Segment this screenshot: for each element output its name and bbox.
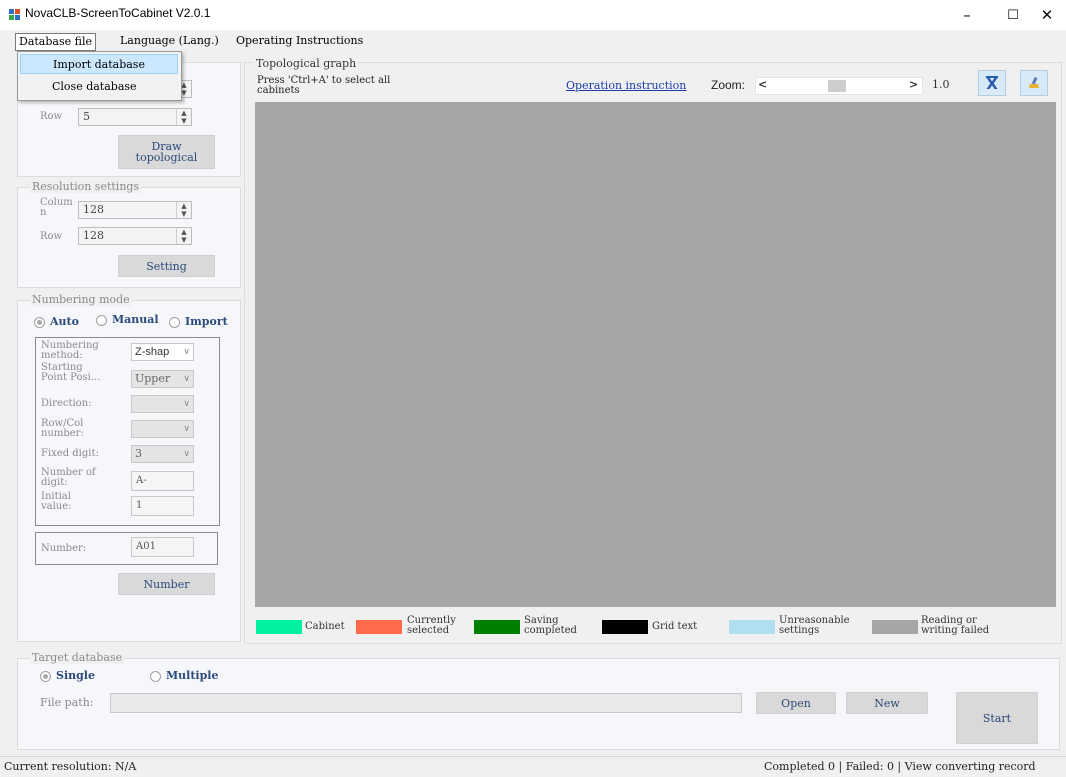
zoom-value: 1.0 xyxy=(932,78,950,91)
legend-swatch-saving-completed xyxy=(474,620,520,634)
zoom-slider[interactable]: < > xyxy=(755,77,923,95)
legend-swatch-unreasonable-settings xyxy=(729,620,775,634)
open-button[interactable]: Open xyxy=(756,692,836,714)
import-label: Import xyxy=(185,315,228,328)
starting-point-label: Starting Point Posi... xyxy=(41,362,101,383)
legend-swatch-cabinet xyxy=(256,620,302,634)
topology-canvas[interactable] xyxy=(255,102,1056,607)
legend-swatch-reading-writing-failed xyxy=(872,620,918,634)
topological-graph-label: Topological graph xyxy=(254,57,359,70)
auto-radio[interactable] xyxy=(34,317,45,328)
direction-label: Direction: xyxy=(41,398,92,409)
initial-value-label: Initial value: xyxy=(41,491,72,512)
numbering-method-select[interactable]: Z-shap ∨ xyxy=(131,343,194,361)
brush-icon[interactable] xyxy=(1020,70,1048,96)
zoom-decrease-arrow[interactable]: < xyxy=(758,78,767,91)
row-col-number-select[interactable]: ∨ xyxy=(131,420,194,438)
row-col-number-label: Row/Col number: xyxy=(41,418,84,439)
title-bar: NovaCLB-ScreenToCabinet V2.0.1 – ☐ ✕ xyxy=(0,0,1066,30)
row-count-value: 5 xyxy=(83,110,90,123)
import-radio[interactable] xyxy=(169,317,180,328)
direction-select[interactable]: ∨ xyxy=(131,395,194,413)
database-dropdown-menu: Import database Close database xyxy=(17,51,182,101)
column-label: Colum n xyxy=(40,197,73,218)
legend-swatch-currently-selected xyxy=(356,620,402,634)
status-bar: Current resolution: N/A Completed 0 | Fa… xyxy=(0,756,1066,777)
legend-label-cabinet: Cabinet xyxy=(305,621,345,632)
numbering-method-label: Numbering method: xyxy=(41,340,99,361)
numbering-mode-label: Numbering mode xyxy=(30,293,132,306)
setting-button[interactable]: Setting xyxy=(118,255,215,277)
draw-topological-button[interactable]: Draw topological xyxy=(118,135,215,169)
operation-instruction-link[interactable]: Operation instruction xyxy=(566,79,686,92)
menu-database-file[interactable]: Database file xyxy=(15,33,96,51)
excel-clear-icon[interactable]: X xyxy=(978,70,1006,96)
zoom-increase-arrow[interactable]: > xyxy=(909,78,918,91)
number-of-digit-input[interactable]: A- xyxy=(131,471,194,491)
window-title: NovaCLB-ScreenToCabinet V2.0.1 xyxy=(25,6,211,20)
legend-label-grid-text: Grid text xyxy=(652,621,698,632)
chevron-down-icon: ∨ xyxy=(183,347,190,357)
menu-import-database[interactable]: Import database xyxy=(20,54,178,74)
legend-label-unreasonable-settings: Unreasonable settings xyxy=(779,615,850,636)
fixed-digit-value: 3 xyxy=(135,447,142,460)
auto-label: Auto xyxy=(50,315,79,328)
chevron-down-icon: ∨ xyxy=(183,449,190,459)
select-all-hint: Press 'Ctrl+A' to select all cabinets xyxy=(257,75,391,96)
numbering-method-value: Z-shap xyxy=(135,346,170,358)
fixed-digit-select[interactable]: 3 ∨ xyxy=(131,445,194,463)
menu-operating-instructions[interactable]: Operating Instructions xyxy=(233,33,366,49)
number-value-field: A01 xyxy=(131,537,194,557)
initial-value-input[interactable]: 1 xyxy=(131,496,194,516)
number-of-digit-label: Number of digit: xyxy=(41,467,96,488)
chevron-down-icon: ∨ xyxy=(183,374,190,384)
legend-label-currently-selected: Currently selected xyxy=(407,615,456,636)
multiple-label: Multiple xyxy=(166,669,219,682)
close-button[interactable]: ✕ xyxy=(1024,0,1066,30)
minimize-button[interactable]: – xyxy=(944,0,990,30)
single-radio[interactable] xyxy=(40,671,51,682)
resolution-column-stepper[interactable]: 128 ▲ ▼ xyxy=(78,201,192,219)
menu-close-database[interactable]: Close database xyxy=(20,77,178,97)
file-path-label: File path: xyxy=(40,696,94,709)
number-label: Number: xyxy=(41,543,87,554)
resolution-row-label: Row xyxy=(40,231,63,242)
chevron-down-icon: ∨ xyxy=(183,424,190,434)
zoom-label: Zoom: xyxy=(711,78,746,92)
starting-point-value: Upper xyxy=(135,372,171,385)
file-path-input[interactable] xyxy=(110,693,742,713)
number-button[interactable]: Number xyxy=(118,573,215,595)
manual-label: Manual xyxy=(112,313,159,326)
legend-label-saving-completed: Saving completed xyxy=(524,615,577,636)
current-resolution-text: Current resolution: N/A xyxy=(4,760,137,773)
resolution-column-value: 128 xyxy=(83,203,104,216)
status-summary-text[interactable]: Completed 0 | Failed: 0 | View convertin… xyxy=(764,760,1036,773)
legend-label-reading-writing-failed: Reading or writing failed xyxy=(921,615,990,636)
resolution-row-value: 128 xyxy=(83,229,104,242)
chevron-down-icon: ∨ xyxy=(183,399,190,409)
resolution-row-stepper[interactable]: 128 ▲ ▼ xyxy=(78,227,192,245)
resolution-settings-label: Resolution settings xyxy=(30,180,142,193)
menu-language[interactable]: Language (Lang.) xyxy=(117,33,222,49)
start-button[interactable]: Start xyxy=(956,692,1038,744)
app-icon xyxy=(9,9,21,20)
row-count-stepper[interactable]: 5 ▲ ▼ xyxy=(78,108,192,126)
new-button[interactable]: New xyxy=(846,692,928,714)
row-label: Row xyxy=(40,111,63,122)
single-label: Single xyxy=(56,669,95,682)
fixed-digit-label: Fixed digit: xyxy=(41,448,99,459)
starting-point-select[interactable]: Upper ∨ xyxy=(131,370,194,388)
target-database-label: Target database xyxy=(30,651,125,664)
zoom-slider-thumb[interactable] xyxy=(828,80,846,92)
multiple-radio[interactable] xyxy=(150,671,161,682)
legend-swatch-grid-text xyxy=(602,620,648,634)
manual-radio[interactable] xyxy=(96,315,107,326)
